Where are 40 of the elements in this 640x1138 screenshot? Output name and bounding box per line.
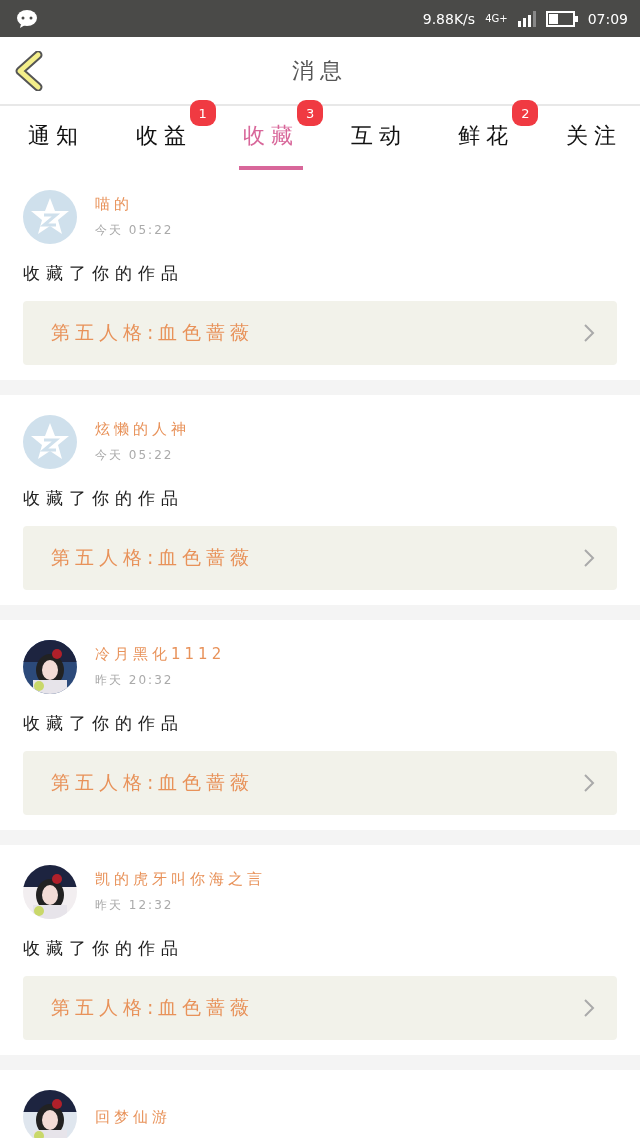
count-badge: 2 — [512, 100, 539, 126]
tab[interactable]: 互动 — [346, 106, 411, 170]
tab[interactable]: 关注 — [561, 106, 626, 170]
clock: 07:09 — [587, 10, 628, 27]
message-time: 昨天 12:32 — [95, 897, 175, 914]
message-time: 今天 05:22 — [95, 222, 174, 239]
message-text: 收藏了你的作品 — [23, 487, 185, 510]
work-title: 第五人格:血色蔷薇 — [51, 995, 255, 1020]
signal-icon — [517, 10, 536, 27]
battery-icon — [545, 10, 578, 27]
count-badge: 1 — [189, 100, 216, 126]
chat-icon — [16, 8, 38, 29]
user-name[interactable]: 冷月黑化1112 — [95, 645, 226, 664]
tab[interactable]: 通知 — [24, 106, 88, 170]
star-avatar-icon — [23, 415, 77, 469]
user-name[interactable]: 回梦仙游 — [95, 1107, 171, 1127]
user-name[interactable]: 凯的虎牙叫你海之言 — [95, 870, 266, 889]
message-text: 收藏了你的作品 — [23, 712, 185, 735]
work-link[interactable]: 第五人格:血色蔷薇 — [23, 526, 617, 590]
work-link[interactable]: 第五人格:血色蔷薇 — [23, 301, 617, 365]
network-speed: 9.88K/s — [422, 10, 476, 27]
page-title: 消息 — [292, 56, 348, 85]
count-badge: 3 — [297, 100, 324, 126]
work-title: 第五人格:血色蔷薇 — [51, 770, 255, 795]
star-avatar-icon — [23, 190, 77, 244]
network-type: 4G+ — [485, 13, 508, 24]
work-link[interactable]: 第五人格:血色蔷薇 — [23, 976, 617, 1040]
chevron-right-icon — [583, 548, 595, 568]
message-text: 收藏了你的作品 — [23, 937, 185, 960]
work-title: 第五人格:血色蔷薇 — [51, 320, 255, 345]
work-title: 第五人格:血色蔷薇 — [51, 545, 255, 570]
chevron-right-icon — [583, 998, 595, 1018]
message-text: 收藏了你的作品 — [23, 262, 185, 285]
message-time: 今天 05:22 — [95, 447, 175, 464]
chevron-right-icon — [583, 323, 595, 343]
work-link[interactable]: 第五人格:血色蔷薇 — [23, 751, 617, 815]
user-name[interactable]: 炫懒的人神 — [95, 420, 190, 439]
chevron-right-icon — [583, 773, 595, 793]
message-time: 昨天 20:32 — [95, 672, 175, 689]
user-name[interactable]: 喵的 — [95, 195, 174, 214]
